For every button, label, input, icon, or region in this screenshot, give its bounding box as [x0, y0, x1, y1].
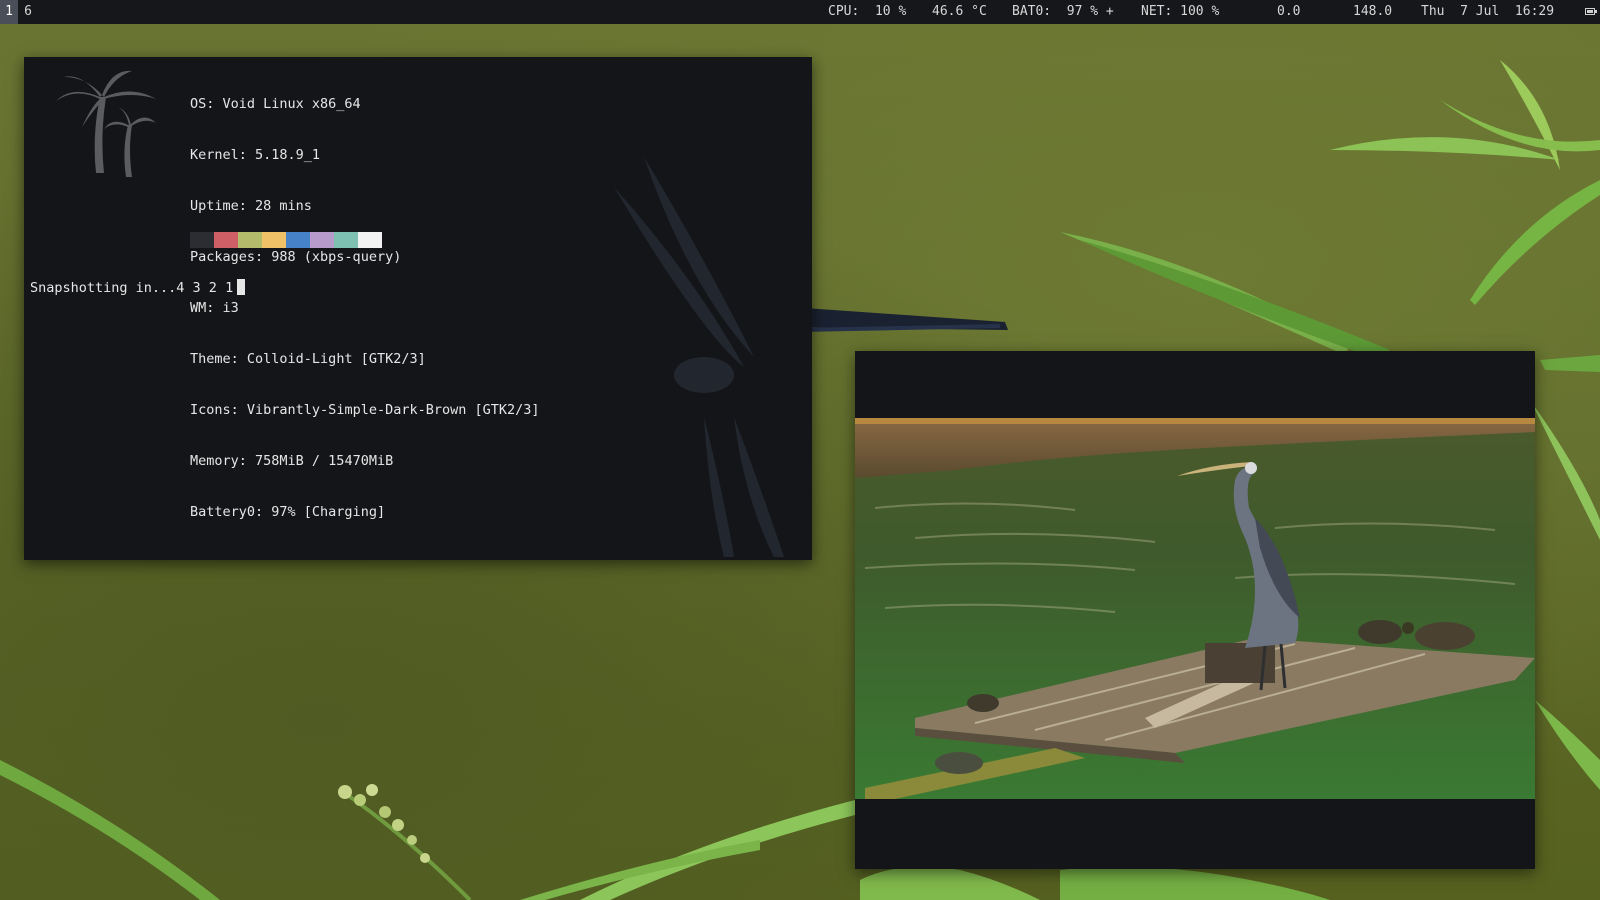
- sysinfo-value: 758MiB / 15470MiB: [246, 453, 394, 469]
- terminal-window[interactable]: OS: Void Linux x86_64 Kernel: 5.18.9_1 U…: [24, 57, 812, 560]
- cpu-status: CPU: 10 %: [828, 4, 907, 19]
- color-swatch: [334, 232, 358, 248]
- sysinfo-row: Theme: Colloid-Light [GTK2/3]: [190, 351, 540, 368]
- heron-photo: [855, 418, 1535, 799]
- battery-status: BAT0: 97 % +: [1012, 4, 1114, 19]
- sysinfo-key: OS:: [190, 96, 215, 112]
- sysinfo-row: Packages: 988 (xbps-query): [190, 249, 540, 266]
- sysinfo-value: i3: [214, 300, 239, 316]
- numeric-status: 148.0: [1353, 4, 1393, 19]
- sysinfo-value: 97% [Charging]: [263, 504, 386, 520]
- sysinfo-row: Memory: 758MiB / 15470MiB: [190, 453, 540, 470]
- sysinfo-key: Theme:: [190, 351, 239, 367]
- text-cursor: [237, 279, 246, 295]
- sysinfo-row: Uptime: 28 mins: [190, 198, 540, 215]
- prompt-text: Snapshotting in...4 3 2 1: [30, 280, 234, 296]
- sysinfo-row: Battery0: 97% [Charging]: [190, 504, 540, 521]
- color-swatch: [262, 232, 286, 248]
- sysinfo-row: WM: i3: [190, 300, 540, 317]
- color-swatch: [238, 232, 262, 248]
- sysinfo-row: Kernel: 5.18.9_1: [190, 147, 540, 164]
- dragonfly-ghost-icon: [614, 157, 784, 557]
- color-swatch: [358, 232, 382, 248]
- sysinfo-row: Icons: Vibrantly-Simple-Dark-Brown [GTK2…: [190, 402, 540, 419]
- temperature-status: 46.6 °C: [932, 4, 987, 19]
- status-bar: 1 6 CPU: 10 % 46.6 °C BAT0: 97 % + NET: …: [0, 0, 1600, 24]
- sysinfo-value: 5.18.9_1: [246, 147, 321, 163]
- image-viewer-window[interactable]: [855, 351, 1535, 869]
- workspace-6-button[interactable]: 6: [19, 0, 37, 24]
- sysinfo-value: Void Linux x86_64: [214, 96, 361, 112]
- sysinfo-value: Colloid-Light [GTK2/3]: [238, 351, 426, 367]
- load-status: 0.0: [1277, 4, 1301, 19]
- battery-icon: [1585, 8, 1597, 15]
- sysinfo-value: 988 (xbps-query): [263, 249, 402, 265]
- sysinfo-key: Memory:: [190, 453, 247, 469]
- sysinfo-key: Packages:: [190, 249, 264, 265]
- flower-stalk: [338, 784, 472, 900]
- color-palette: [190, 232, 382, 248]
- sysinfo-row: OS: Void Linux x86_64: [190, 96, 540, 113]
- sysinfo-key: Kernel:: [190, 147, 247, 163]
- workspace-1-button[interactable]: 1: [0, 0, 18, 24]
- sysinfo-key: Icons:: [190, 402, 239, 418]
- sysinfo-key: Battery0:: [190, 504, 264, 520]
- sysinfo-key: WM:: [190, 300, 215, 316]
- network-status: NET: 100 %: [1141, 4, 1220, 19]
- datetime-status: Thu 7 Jul 16:29: [1421, 4, 1555, 19]
- sysinfo-key: Uptime:: [190, 198, 247, 214]
- sysinfo-value: Vibrantly-Simple-Dark-Brown [GTK2/3]: [238, 402, 540, 418]
- sysinfo-value: 28 mins: [246, 198, 312, 214]
- color-swatch: [190, 232, 214, 248]
- palm-tree-icon: [56, 70, 156, 177]
- color-swatch: [214, 232, 238, 248]
- color-swatch: [310, 232, 334, 248]
- color-swatch: [286, 232, 310, 248]
- system-info: OS: Void Linux x86_64 Kernel: 5.18.9_1 U…: [190, 62, 540, 555]
- terminal-prompt[interactable]: Snapshotting in...4 3 2 1: [30, 279, 246, 296]
